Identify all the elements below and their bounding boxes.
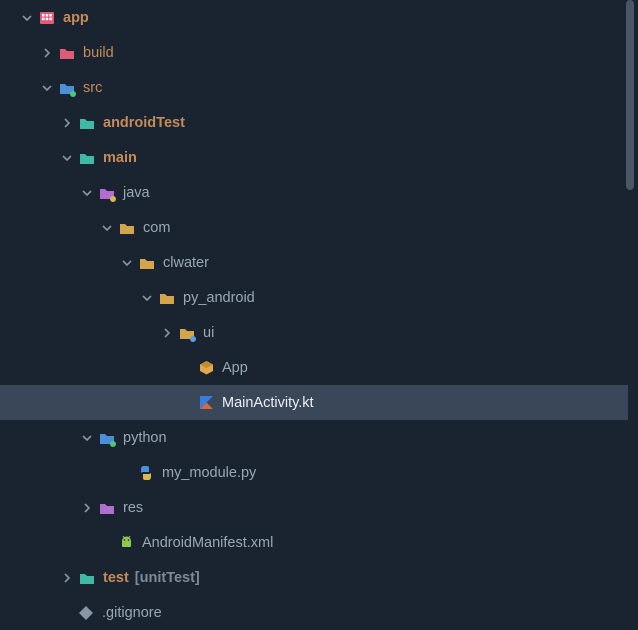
tree-node-label: main (103, 150, 137, 166)
tree-node-gitignore[interactable]: .gitignore (0, 595, 628, 630)
tree-node-label: py_android (183, 290, 255, 306)
tree-node-python[interactable]: python (0, 420, 628, 455)
chevron-down-icon[interactable] (140, 293, 154, 303)
tree-node-label: clwater (163, 255, 209, 271)
tree-node-label: test (103, 570, 129, 586)
tree-node-main[interactable]: main (0, 140, 628, 175)
folder-purple-res-icon (99, 500, 115, 516)
android-icon (118, 535, 134, 551)
tree-node-label: res (123, 500, 143, 516)
chevron-right-icon[interactable] (160, 328, 174, 338)
tree-node-MainActivity[interactable]: MainActivity.kt (0, 385, 628, 420)
kotlin-icon (198, 395, 214, 411)
git-icon (78, 605, 94, 621)
folder-teal-icon (79, 570, 95, 586)
folder-teal-icon (79, 150, 95, 166)
folder-blue-badge-icon (99, 430, 115, 446)
tree-node-App[interactable]: App (0, 350, 628, 385)
tree-node-AndroidManifest[interactable]: AndroidManifest.xml (0, 525, 628, 560)
project-tree: app build src androidTest main java com clwater… (0, 0, 628, 630)
tree-node-label: App (222, 360, 248, 376)
tree-node-clwater[interactable]: clwater (0, 245, 628, 280)
tree-node-label: app (63, 10, 89, 26)
tree-node-java[interactable]: java (0, 175, 628, 210)
tree-node-app[interactable]: app (0, 0, 628, 35)
folder-badge-icon (179, 325, 195, 341)
tree-node-label: androidTest (103, 115, 185, 131)
box-icon (198, 360, 214, 376)
tree-node-label: ui (203, 325, 214, 341)
tree-node-label: build (83, 45, 114, 61)
tree-node-py_android[interactable]: py_android (0, 280, 628, 315)
chevron-right-icon[interactable] (80, 503, 94, 513)
tree-node-androidTest[interactable]: androidTest (0, 105, 628, 140)
python-icon (138, 465, 154, 481)
tree-node-label: AndroidManifest.xml (142, 535, 273, 551)
chevron-down-icon[interactable] (60, 153, 74, 163)
scrollbar[interactable] (626, 0, 634, 190)
folder-icon (119, 220, 135, 236)
tree-node-my_module[interactable]: my_module.py (0, 455, 628, 490)
chevron-down-icon[interactable] (80, 188, 94, 198)
chevron-down-icon[interactable] (120, 258, 134, 268)
chevron-right-icon[interactable] (60, 118, 74, 128)
tree-node-test[interactable]: test [unitTest] (0, 560, 628, 595)
tree-node-label: com (143, 220, 170, 236)
tree-node-res[interactable]: res (0, 490, 628, 525)
folder-teal-icon (79, 115, 95, 131)
tree-node-label: my_module.py (162, 465, 256, 481)
tree-node-qualifier: [unitTest] (135, 570, 200, 586)
folder-blue-icon (59, 80, 75, 96)
chevron-right-icon[interactable] (60, 573, 74, 583)
chevron-down-icon[interactable] (40, 83, 54, 93)
tree-node-build[interactable]: build (0, 35, 628, 70)
folder-purple-java-icon (99, 185, 115, 201)
app-icon (39, 10, 55, 26)
chevron-down-icon[interactable] (80, 433, 94, 443)
tree-node-label: MainActivity.kt (222, 395, 314, 411)
tree-node-com[interactable]: com (0, 210, 628, 245)
chevron-down-icon[interactable] (20, 13, 34, 23)
folder-pink-icon (59, 45, 75, 61)
folder-icon (159, 290, 175, 306)
chevron-down-icon[interactable] (100, 223, 114, 233)
tree-node-label: src (83, 80, 102, 96)
tree-node-label: .gitignore (102, 605, 162, 621)
folder-icon (139, 255, 155, 271)
tree-node-ui[interactable]: ui (0, 315, 628, 350)
tree-node-src[interactable]: src (0, 70, 628, 105)
tree-node-label: python (123, 430, 167, 446)
tree-node-label: java (123, 185, 150, 201)
chevron-right-icon[interactable] (40, 48, 54, 58)
